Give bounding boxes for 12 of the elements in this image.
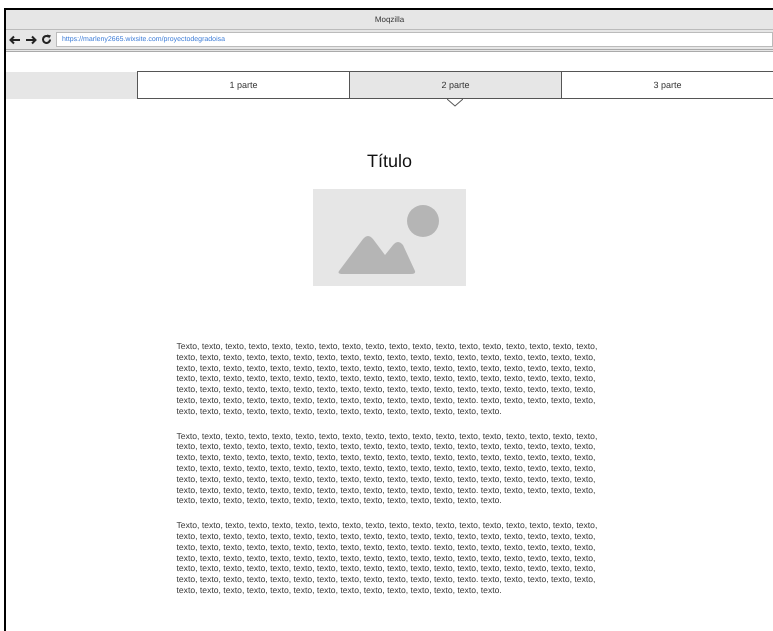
nav-tab[interactable]: 3 parte <box>561 71 773 99</box>
body-paragraph: Texto, texto, texto, texto, texto, texto, texto, texto, texto, texto, texto, texto, texto, texto, texto, texto, texto, texto, texto, texto, texto, texto, texto, texto, texto, texto, texto, texto, texto, texto, texto, texto, texto, texto, texto, texto, texto, texto, texto, texto, texto, texto, texto, texto, texto, texto, texto. texto, texto, texto, texto, texto, texto, texto, texto, texto, texto, texto, texto, texto, texto, texto, texto, texto, texto, texto, texto, texto, texto, texto, texto, texto, texto, texto, texto, texto, texto, texto, texto, texto, texto, texto, texto, texto, texto, texto, texto, texto, texto, texto, texto, texto, texto, texto, texto, texto, texto, texto, texto, texto, texto, texto, texto. texto, texto, texto, texto, texto, texto, texto, texto, texto, texto, texto, texto, texto, texto, texto, texto, texto, texto, texto. <box>176 520 598 596</box>
body-paragraph: Texto, texto, texto, texto, texto, texto, texto, texto, texto, texto, texto, texto, texto, texto, texto, texto, texto, texto, texto, texto, texto, texto, texto, texto, texto, texto, texto, texto, texto, texto, texto, texto, texto, texto, texto, texto, texto, texto, texto, texto, texto, texto, texto, texto, texto, texto, texto, texto, texto, texto, texto, texto, texto, texto, texto, texto, texto, texto, texto, texto, texto, texto, texto, texto, texto, texto, texto, texto, texto, texto, texto, texto, texto, texto, texto, texto, texto, texto, texto, texto, texto, texto, texto, texto, texto, texto, texto, texto, texto, texto, texto, texto, texto, texto, texto, texto, texto, texto, texto, texto, texto, texto, texto. texto, texto, texto, texto, texto, texto, texto, texto, texto, texto, texto, texto, texto, texto, texto, texto, texto, texto, texto. <box>176 341 598 417</box>
caret-icon <box>447 99 463 107</box>
window-title: Moqzilla <box>374 15 404 24</box>
nav-tab[interactable]: 1 parte <box>137 71 349 99</box>
page-title: Título <box>366 151 412 172</box>
forward-icon[interactable] <box>25 34 37 44</box>
reload-icon[interactable] <box>41 34 52 45</box>
back-icon[interactable] <box>9 34 21 44</box>
nav-tab[interactable]: 2 parte <box>349 71 561 99</box>
body-paragraph: Texto, texto, texto, texto, texto, texto, texto, texto, texto, texto, texto, texto, texto, texto, texto, texto, texto, texto, texto, texto, texto, texto, texto, texto, texto, texto, texto, texto, texto, texto, texto, texto, texto, texto, texto, texto, texto, texto, texto, texto, texto, texto, texto, texto, texto, texto, texto, texto, texto, texto, texto, texto, texto, texto, texto, texto, texto, texto, texto, texto, texto, texto, texto, texto, texto, texto, texto, texto, texto, texto, texto, texto, texto, texto, texto, texto, texto, texto, texto, texto, texto, texto, texto, texto, texto, texto, texto, texto, texto, texto, texto, texto, texto, texto, texto, texto, texto, texto, texto, texto, texto, texto, texto. texto, texto, texto, texto, texto, texto, texto, texto, texto, texto, texto, texto, texto, texto, texto, texto, texto, texto, texto. <box>176 430 598 506</box>
